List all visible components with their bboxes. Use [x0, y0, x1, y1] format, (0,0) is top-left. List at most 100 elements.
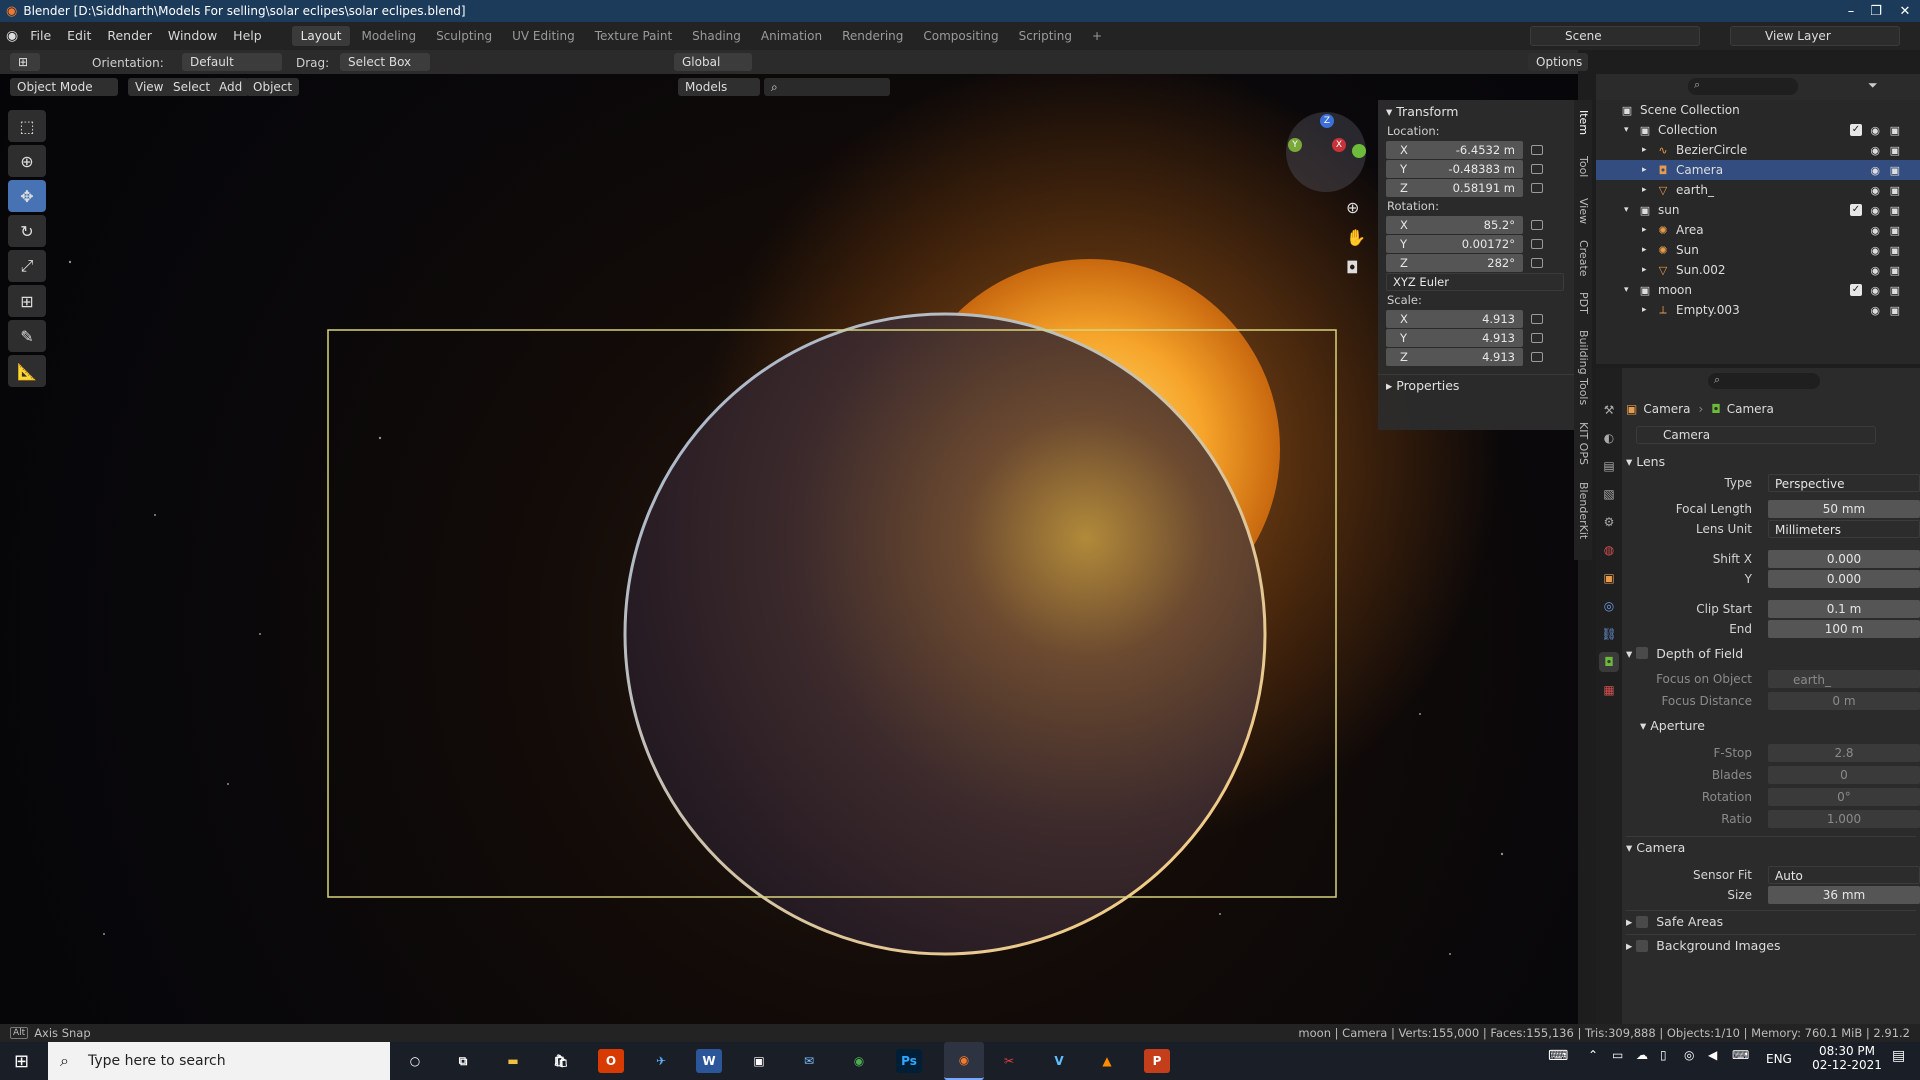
- view-layer-selector[interactable]: View Layer: [1730, 26, 1900, 46]
- view-menu[interactable]: View: [128, 78, 171, 96]
- texture-tab-icon[interactable]: ▦: [1599, 680, 1619, 700]
- world-tab-icon[interactable]: ◍: [1599, 540, 1619, 560]
- tab-modeling[interactable]: Modeling: [352, 26, 425, 46]
- select-menu[interactable]: Select: [166, 78, 218, 96]
- scale-tool-icon[interactable]: ⤢: [8, 250, 46, 282]
- sensor-size-field[interactable]: 36 mm: [1768, 886, 1920, 904]
- eye-icon[interactable]: ◉: [1870, 124, 1880, 137]
- blades-field[interactable]: 0: [1768, 766, 1920, 784]
- tab-pdt[interactable]: PDT: [1577, 292, 1590, 314]
- outliner-row-sun[interactable]: ▸ ✺ Sun ◉ ▣: [1596, 240, 1920, 260]
- eye-icon[interactable]: ◉: [1870, 144, 1880, 157]
- render-icon[interactable]: ▣: [1890, 124, 1900, 137]
- keyboard-icon[interactable]: ⌨: [1548, 1048, 1568, 1064]
- render-icon[interactable]: ▣: [1890, 304, 1900, 317]
- menu-window[interactable]: Window: [160, 22, 225, 50]
- zoom-icon[interactable]: ⊕: [1346, 198, 1359, 217]
- lock-icon[interactable]: [1531, 332, 1543, 343]
- dof-checkbox[interactable]: [1636, 647, 1649, 659]
- viewport-search-input[interactable]: ⌕: [764, 78, 890, 96]
- navigation-gizmo[interactable]: Z X Y: [1286, 112, 1366, 192]
- select-box-tool-icon[interactable]: ⬚: [8, 110, 46, 142]
- gizmo-y-neg[interactable]: [1352, 144, 1366, 158]
- focal-length-field[interactable]: 50 mm: [1768, 500, 1920, 518]
- eye-icon[interactable]: ◉: [1870, 304, 1880, 317]
- tab-scripting[interactable]: Scripting: [1010, 26, 1081, 46]
- tab-layout[interactable]: Layout: [291, 26, 351, 46]
- expand-icon[interactable]: ▸: [1642, 185, 1656, 195]
- scene-tab-icon[interactable]: ⚙: [1599, 512, 1619, 532]
- tab-rendering[interactable]: Rendering: [833, 26, 912, 46]
- mail-icon[interactable]: ✉: [796, 1049, 822, 1073]
- orientation-dropdown[interactable]: Default: [182, 53, 282, 71]
- options-dropdown[interactable]: Options: [1528, 53, 1588, 71]
- menu-edit[interactable]: Edit: [59, 22, 99, 50]
- transform-tool-icon[interactable]: ⊞: [8, 285, 46, 317]
- expand-icon[interactable]: ▸: [1642, 165, 1656, 175]
- tab-blenderkit[interactable]: BlenderKit: [1577, 482, 1590, 539]
- battery-icon[interactable]: ▭: [1612, 1048, 1623, 1062]
- 3d-viewport[interactable]: Object Mode View Select Add Object Model…: [0, 74, 1578, 1024]
- camera-data-tab-icon[interactable]: ◘: [1599, 652, 1619, 672]
- tab-animation[interactable]: Animation: [752, 26, 831, 46]
- expand-icon[interactable]: ▸: [1642, 245, 1656, 255]
- tab-sculpting[interactable]: Sculpting: [427, 26, 501, 46]
- eye-icon[interactable]: ◉: [1870, 224, 1880, 237]
- transform-header[interactable]: ▾ Transform: [1378, 100, 1574, 122]
- scale-y-field[interactable]: Y 4.913: [1386, 328, 1523, 347]
- lock-icon[interactable]: [1531, 313, 1543, 324]
- checkbox-icon[interactable]: ✓: [1850, 284, 1862, 296]
- location-x-field[interactable]: X -6.4532 m: [1386, 140, 1523, 159]
- outliner-row-sun002[interactable]: ▸ ▽ Sun.002 ◉ ▣: [1596, 260, 1920, 280]
- render-icon[interactable]: ▣: [1890, 144, 1900, 157]
- render-icon[interactable]: ▣: [1890, 204, 1900, 217]
- editor-type-icon[interactable]: ⊞: [10, 53, 40, 71]
- safe-areas-header[interactable]: ▸ Safe Areas: [1626, 910, 1916, 932]
- lens-unit-dropdown[interactable]: Millimeters: [1768, 520, 1920, 538]
- outliner-row-earth[interactable]: ▸ ▽ earth_ ◉ ▣: [1596, 180, 1920, 200]
- lock-icon[interactable]: [1531, 163, 1543, 174]
- outliner-row-beziercircle[interactable]: ▸ ∿ BezierCircle ◉ ▣: [1596, 140, 1920, 160]
- measure-tool-icon[interactable]: 📐: [8, 355, 46, 387]
- checkbox-icon[interactable]: ✓: [1850, 204, 1862, 216]
- shift-y-field[interactable]: 0.000: [1768, 570, 1920, 588]
- eye-icon[interactable]: ◉: [1870, 244, 1880, 257]
- office-icon[interactable]: O: [598, 1049, 624, 1073]
- safe-areas-checkbox[interactable]: [1636, 915, 1649, 928]
- aperture-section-header[interactable]: ▾ Aperture: [1640, 714, 1916, 736]
- expand-icon[interactable]: ▾: [1624, 205, 1638, 215]
- app-icon[interactable]: ▣: [746, 1049, 772, 1073]
- outliner-row-sun-collection[interactable]: ▾ ▣ sun ✓ ◉ ▣: [1596, 200, 1920, 220]
- scale-x-field[interactable]: X 4.913: [1386, 309, 1523, 328]
- lock-icon[interactable]: [1531, 219, 1543, 230]
- properties-search-input[interactable]: ⌕: [1708, 373, 1820, 389]
- render-icon[interactable]: ▣: [1890, 164, 1900, 177]
- expand-icon[interactable]: ▾: [1624, 125, 1638, 135]
- vscode-icon[interactable]: V: [1046, 1049, 1072, 1073]
- camera-section-header[interactable]: ▾ Camera: [1626, 836, 1916, 858]
- gizmo-z-axis[interactable]: Z: [1320, 114, 1334, 128]
- tool-tab-icon[interactable]: ⚒: [1599, 400, 1619, 420]
- focus-distance-field[interactable]: 0 m: [1768, 692, 1920, 710]
- outliner-row-empty003[interactable]: ▸ ⟂ Empty.003 ◉ ▣: [1596, 300, 1920, 320]
- language-indicator[interactable]: ENG: [1766, 1052, 1792, 1066]
- blender-taskbar-icon[interactable]: ◉: [944, 1042, 984, 1080]
- properties-header[interactable]: ▸ Properties: [1378, 374, 1574, 396]
- rotation-mode-dropdown[interactable]: XYZ Euler: [1386, 272, 1564, 291]
- background-images-checkbox[interactable]: [1636, 939, 1649, 952]
- tab-create[interactable]: Create: [1577, 240, 1590, 277]
- scale-z-field[interactable]: Z 4.913: [1386, 347, 1523, 366]
- focus-object-field[interactable]: earth_: [1768, 670, 1920, 688]
- cloud-icon[interactable]: ☁: [1636, 1048, 1648, 1062]
- render-icon[interactable]: ▣: [1890, 264, 1900, 277]
- app-icon[interactable]: ✈: [648, 1049, 674, 1073]
- tab-compositing[interactable]: Compositing: [914, 26, 1007, 46]
- constraints-tab-icon[interactable]: ⛓: [1599, 624, 1619, 644]
- notification-icon[interactable]: ▤: [1892, 1048, 1905, 1064]
- view-layer-tab-icon[interactable]: ▧: [1599, 484, 1619, 504]
- render-icon[interactable]: ▣: [1890, 184, 1900, 197]
- type-dropdown[interactable]: Perspective: [1768, 474, 1920, 492]
- add-menu[interactable]: Add: [212, 78, 250, 96]
- transform-orientation-dropdown[interactable]: Global: [674, 53, 752, 71]
- menu-file[interactable]: File: [22, 22, 59, 50]
